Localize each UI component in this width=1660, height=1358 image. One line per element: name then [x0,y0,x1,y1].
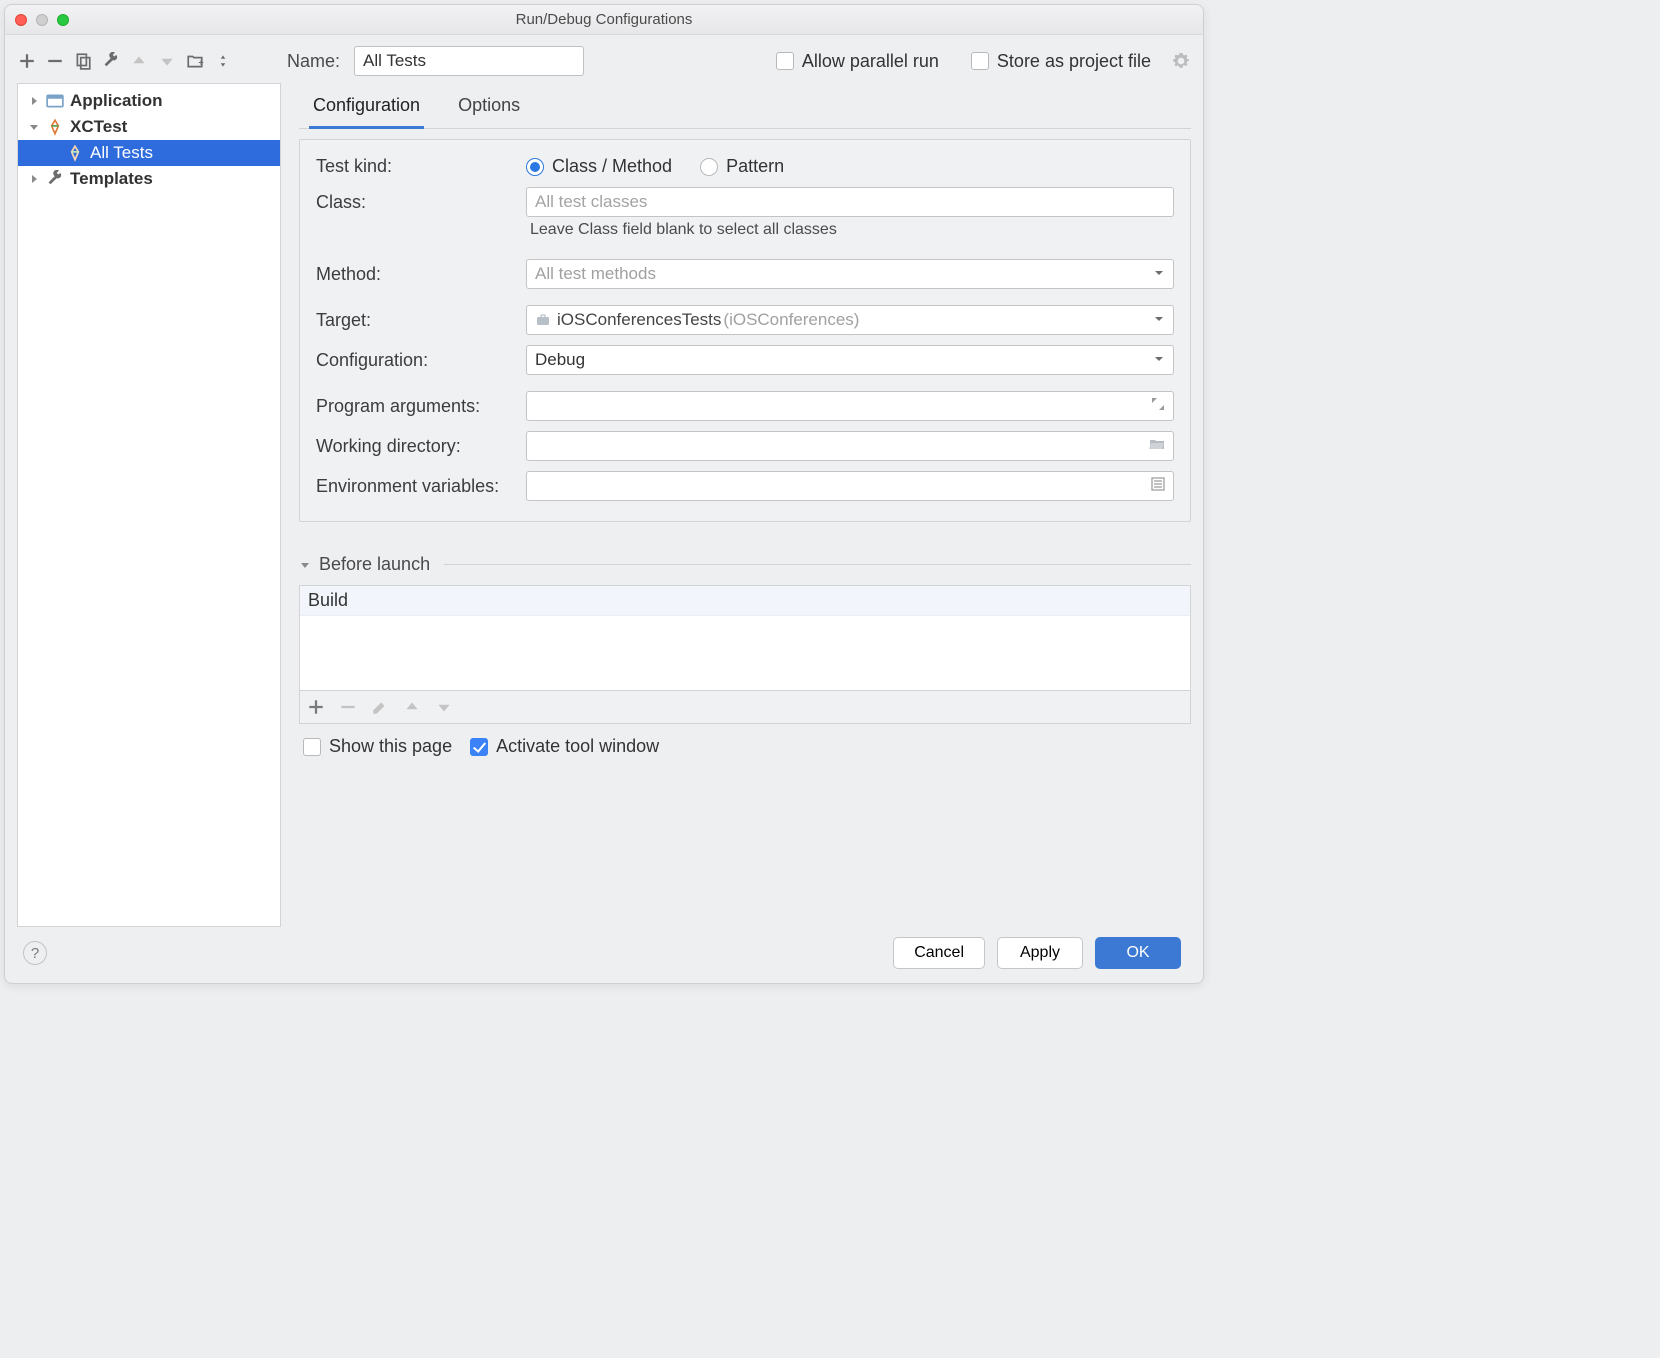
titlebar: Run/Debug Configurations [5,5,1203,35]
tree-templates[interactable]: Templates [18,166,280,192]
env-vars-label: Environment variables: [316,476,516,497]
working-dir-label: Working directory: [316,436,516,457]
configuration-label: Configuration: [316,350,516,371]
tree-application[interactable]: Application [18,88,280,114]
radio-pattern[interactable]: Pattern [700,156,784,177]
apply-button[interactable]: Apply [997,937,1083,969]
chevron-down-icon [28,122,40,132]
cancel-button[interactable]: Cancel [893,937,985,969]
before-launch-section: Before launch Build [299,554,1191,757]
suitcase-icon [535,312,551,328]
help-button[interactable]: ? [23,941,47,965]
wrench-icon [46,170,64,188]
method-label: Method: [316,264,516,285]
copy-icon[interactable] [73,51,93,71]
configuration-dropdown[interactable]: Debug [526,345,1174,375]
tabs: Configuration Options [299,83,1191,129]
before-launch-label: Before launch [319,554,430,575]
test-kind-label: Test kind: [316,156,516,177]
before-launch-list[interactable]: Build [299,585,1191,691]
ok-button[interactable]: OK [1095,937,1181,969]
svg-text:+: + [198,58,203,68]
env-vars-input[interactable] [526,471,1174,501]
chevron-down-icon [1153,264,1165,284]
chevron-right-icon [28,96,40,106]
name-label: Name: [287,51,340,72]
program-args-label: Program arguments: [316,396,516,417]
folder-open-icon[interactable] [1149,436,1165,456]
expand-arrows-icon[interactable] [213,51,233,71]
remove-icon [338,697,358,717]
gear-icon[interactable] [1171,51,1191,71]
xctest-icon [46,118,64,136]
configuration-panel: Test kind: Class / Method Pattern Cla [299,139,1191,522]
before-launch-toolbar [299,691,1191,724]
tree-xctest[interactable]: XCTest [18,114,280,140]
remove-icon[interactable] [45,51,65,71]
class-input[interactable] [526,187,1174,217]
target-label: Target: [316,310,516,331]
chevron-right-icon [28,174,40,184]
program-args-input[interactable] [526,391,1174,421]
folder-icon[interactable]: + [185,51,205,71]
activate-tool-window-checkbox[interactable]: Activate tool window [470,736,659,757]
move-down-icon [434,697,454,717]
wrench-icon[interactable] [101,51,121,71]
tree-all-tests[interactable]: All Tests [18,140,280,166]
add-icon[interactable] [306,697,326,717]
add-icon[interactable] [17,51,37,71]
move-up-icon [129,51,149,71]
working-dir-input[interactable] [526,431,1174,461]
allow-parallel-checkbox[interactable]: Allow parallel run [776,51,939,72]
expand-icon[interactable] [1151,396,1165,416]
class-helper: Leave Class field blank to select all cl… [526,219,1174,245]
chevron-down-icon [1153,350,1165,370]
store-as-project-checkbox[interactable]: Store as project file [971,51,1151,72]
list-icon[interactable] [1151,476,1165,496]
xctest-icon [66,144,84,162]
class-label: Class: [316,192,516,213]
config-toolbar: + [17,51,281,71]
target-dropdown[interactable]: iOSConferencesTests (iOSConferences) [526,305,1174,335]
application-icon [46,92,64,110]
before-launch-item[interactable]: Build [300,586,1190,616]
radio-class-method[interactable]: Class / Method [526,156,672,177]
method-dropdown[interactable]: All test methods [526,259,1174,289]
name-input[interactable] [354,46,584,76]
window-title: Run/Debug Configurations [5,11,1203,28]
chevron-down-icon [1153,310,1165,330]
show-this-page-checkbox[interactable]: Show this page [303,736,452,757]
move-up-icon [402,697,422,717]
tab-options[interactable]: Options [454,89,524,128]
tab-configuration[interactable]: Configuration [309,89,424,129]
dialog-window: Run/Debug Configurations [4,4,1204,984]
chevron-down-icon[interactable] [299,560,311,570]
move-down-icon [157,51,177,71]
edit-icon [370,697,390,717]
config-tree[interactable]: Application XCTest All Tests [17,83,281,927]
